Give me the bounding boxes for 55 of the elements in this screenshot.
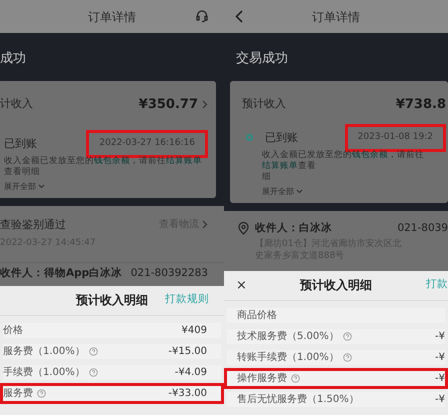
order-status: 成功 <box>0 50 27 68</box>
fee-label: 转账手续费（1.00%） <box>237 350 339 364</box>
fee-amount: -¥ <box>435 330 445 344</box>
chevron-right-icon <box>202 220 208 230</box>
expand-all-button[interactable]: 展开全部 <box>262 186 303 198</box>
fee-label: 商品价格 <box>237 308 277 322</box>
order-status: 交易成功 <box>236 50 289 68</box>
recipient-name: 收件人：得物App白冰冰 <box>0 266 122 282</box>
fee-label: 技术服务费（5.00%） <box>237 330 339 344</box>
page-title: 订单详情 <box>88 8 136 26</box>
recipient-phone: 021-80392283 <box>130 266 208 282</box>
fee-label: 手续费（1.00%） <box>3 366 85 380</box>
income-label: 计收入 <box>0 96 33 112</box>
expand-all-button[interactable]: 展开全部 <box>4 180 45 192</box>
fee-amount: -¥ <box>435 350 445 364</box>
recipient-phone: 021-8039 <box>397 220 448 236</box>
payment-rules-link[interactable]: 打款 <box>426 277 448 293</box>
income-amount: ¥350.77 <box>138 96 198 114</box>
fee-amount: -¥ <box>435 392 445 406</box>
payment-note: 收入金额已发放至您的钱包余额，请前往 结算账单查看 细 <box>262 150 425 182</box>
sheet-title: 预计收入明细 <box>76 292 148 309</box>
recipient-name: 收件人：白冰冰 <box>255 220 332 236</box>
fee-label: 价格 <box>3 324 23 338</box>
headset-icon[interactable] <box>195 9 209 23</box>
fee-amount: ¥409 <box>182 324 207 338</box>
fee-amount: -¥15.00 <box>168 344 207 358</box>
info-icon[interactable] <box>342 352 352 362</box>
chevron-right-icon[interactable] <box>202 100 208 109</box>
back-icon[interactable] <box>235 10 243 23</box>
payment-state: 已到账 <box>4 136 37 152</box>
payment-time: 2023-01-08 19:2 <box>344 124 446 152</box>
payment-state: 已到账 <box>265 130 298 146</box>
info-icon[interactable] <box>291 374 300 382</box>
payment-rules-link[interactable]: 打款规则 <box>165 292 224 308</box>
page-title: 订单详情 <box>312 8 360 26</box>
info-icon[interactable] <box>88 346 98 356</box>
income-amount: ¥738.8 <box>396 96 446 114</box>
fee-amount: -¥ <box>435 372 445 386</box>
income-label: 预计收入 <box>242 96 286 112</box>
info-icon[interactable] <box>342 332 352 340</box>
fee-label: 售后无忧服务费（1.50%） <box>237 392 359 406</box>
fee-label: 服务费 <box>3 386 33 400</box>
info-icon[interactable] <box>37 388 46 398</box>
chevron-down-icon <box>38 184 45 189</box>
fee-label: 服务费（1.00%） <box>3 344 85 358</box>
chevron-down-icon <box>296 189 303 194</box>
payment-time: 2022-03-27 16:16:16 <box>86 130 208 158</box>
info-icon[interactable] <box>88 368 98 376</box>
close-button[interactable]: × <box>236 278 247 292</box>
logistics-status: 查验鉴别通过 <box>0 216 66 232</box>
fee-amount: -¥33.00 <box>168 386 207 400</box>
payment-note: 收入金额已发放至您的钱包余额，请前往结算账单 查看明细 <box>4 156 203 178</box>
fee-amount: -¥4.09 <box>174 366 207 380</box>
fee-label: 操作服务费 <box>237 372 287 386</box>
sheet-title: 预计收入明细 <box>300 277 372 294</box>
